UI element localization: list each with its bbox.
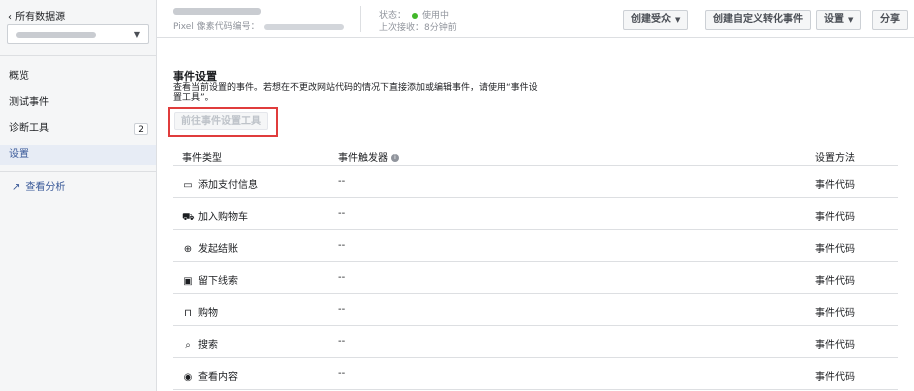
sidebar-divider [0, 55, 156, 56]
pixel-name-redacted [173, 8, 261, 15]
eye-icon: ◉ [183, 372, 193, 383]
sidebar-item-label: 概览 [9, 71, 29, 82]
column-header-method: 设置方法 [815, 153, 855, 164]
top-bar: Pixel 像素代码编号： 状态： 使用中 上次接收：8分钟前 创建受众 ▼ 创建自… [157, 0, 914, 38]
event-type-cell: ⛟ 加入购物车 [182, 208, 248, 225]
event-trigger-cell: -- [338, 272, 346, 283]
event-name: 购物 [198, 308, 218, 319]
create-audience-button[interactable]: 创建受众 ▼ [623, 10, 689, 30]
create-custom-conversion-button[interactable]: 创建自定义转化事件 [705, 10, 811, 30]
event-trigger-cell: -- [338, 336, 346, 347]
chevron-down-icon: ▼ [848, 16, 854, 24]
event-name: 留下线索 [198, 276, 238, 287]
back-to-data-sources-link[interactable]: ‹ 所有数据源 [8, 8, 65, 23]
section-title: 事件设置 [173, 70, 217, 83]
status-dot-icon [412, 12, 419, 19]
sidebar-divider [0, 171, 156, 172]
sidebar-item-settings[interactable]: 设置 [0, 145, 156, 165]
data-source-name-redacted [16, 32, 96, 38]
setup-method-cell: 事件代码 [815, 180, 855, 191]
sidebar: ‹ 所有数据源 ▼ 概览 测试事件 诊断工具 2 设置 ↗ 查看分析 [0, 0, 157, 391]
setup-method-cell: 事件代码 [815, 244, 855, 255]
event-type-cell: ⊓ 购物 [182, 304, 218, 319]
pixel-id-label: Pixel 像素代码编号： [173, 22, 260, 32]
pixel-id-value-redacted [263, 23, 344, 30]
table-row[interactable]: ⊓ 购物 -- 事件代码 [173, 294, 898, 326]
info-icon[interactable]: i [391, 154, 399, 162]
table-row[interactable]: ▣ 留下线索 -- 事件代码 [173, 262, 898, 294]
settings-label: 设置 [824, 14, 844, 25]
setup-method-cell: 事件代码 [815, 340, 855, 351]
sidebar-item-label: 诊断工具 [9, 123, 49, 134]
sidebar-item-label: 测试事件 [9, 97, 49, 108]
settings-button[interactable]: 设置 ▼ [816, 10, 862, 30]
external-link-icon: ↗ [12, 182, 21, 193]
event-type-cell: ▭ 添加支付信息 [182, 176, 258, 191]
goto-event-setup-tool-button[interactable]: 前往事件设置工具 [174, 112, 268, 130]
chevron-down-icon: ▼ [133, 30, 140, 39]
sidebar-item-label: 设置 [9, 149, 29, 160]
setup-method-cell: 事件代码 [815, 372, 855, 383]
search-icon: ⌕ [185, 340, 191, 351]
basket-icon: ⊕ [183, 244, 193, 255]
event-name: 发起结账 [198, 244, 238, 255]
topbar-divider [360, 6, 361, 32]
column-header-trigger: 事件触发器 i [338, 149, 399, 164]
event-trigger-cell: -- [338, 304, 346, 315]
event-trigger-cell: -- [338, 208, 346, 219]
table-row[interactable]: ⛟ 加入购物车 -- 事件代码 [173, 198, 898, 230]
table-row[interactable]: ◉ 查看内容 -- 事件代码 [173, 358, 898, 390]
event-type-cell: ◉ 查看内容 [182, 368, 238, 383]
chevron-down-icon: ▼ [675, 16, 681, 24]
sidebar-item-diagnostics[interactable]: 诊断工具 2 [0, 119, 156, 139]
event-trigger-cell: -- [338, 240, 346, 251]
main-content: 事件设置 查看当前设置的事件。若想在不更改网站代码的情况下直接添加或编辑事件，请… [157, 38, 914, 391]
event-type-cell: ▣ 留下线索 [182, 272, 238, 287]
view-analytics-link[interactable]: ↗ 查看分析 [12, 178, 65, 193]
create-audience-label: 创建受众 [631, 14, 671, 25]
last-received: 上次接收：8分钟前 [379, 23, 457, 33]
section-description: 查看当前设置的事件。若想在不更改网站代码的情况下直接添加或编辑事件，请使用“事件… [173, 83, 538, 103]
sidebar-item-overview[interactable]: 概览 [0, 67, 156, 87]
event-type-cell: ⊕ 发起结账 [182, 240, 238, 255]
pixel-id: Pixel 像素代码编号： [173, 19, 344, 32]
event-trigger-cell: -- [338, 368, 346, 379]
create-custom-conversion-label: 创建自定义转化事件 [713, 14, 803, 25]
event-name: 查看内容 [198, 372, 238, 383]
cart-icon: ⛟ [182, 212, 195, 223]
event-name: 搜索 [198, 340, 218, 351]
credit-card-icon: ▭ [183, 180, 193, 191]
table-row[interactable]: ▭ 添加支付信息 -- 事件代码 [173, 166, 898, 198]
event-type-cell: ⌕ 搜索 [182, 336, 218, 351]
table-row[interactable]: ⊕ 发起结账 -- 事件代码 [173, 230, 898, 262]
data-source-select[interactable]: ▼ [7, 24, 149, 44]
share-label: 分享 [880, 14, 900, 25]
event-name: 添加支付信息 [198, 180, 258, 191]
column-header-event-type: 事件类型 [182, 153, 222, 164]
setup-method-cell: 事件代码 [815, 212, 855, 223]
view-analytics-label: 查看分析 [25, 182, 66, 193]
column-header-trigger-label: 事件触发器 [338, 153, 388, 164]
contact-card-icon: ▣ [183, 276, 193, 287]
setup-method-cell: 事件代码 [815, 276, 855, 287]
event-name: 加入购物车 [198, 212, 248, 223]
shopping-bag-icon: ⊓ [184, 308, 192, 319]
diagnostics-count-badge: 2 [134, 123, 148, 135]
table-header: 事件类型 事件触发器 i 设置方法 [173, 142, 898, 166]
sidebar-item-test-events[interactable]: 测试事件 [0, 93, 156, 113]
event-trigger-cell: -- [338, 176, 346, 187]
setup-method-cell: 事件代码 [815, 308, 855, 319]
table-row[interactable]: ⌕ 搜索 -- 事件代码 [173, 326, 898, 358]
share-button[interactable]: 分享 [872, 10, 908, 30]
